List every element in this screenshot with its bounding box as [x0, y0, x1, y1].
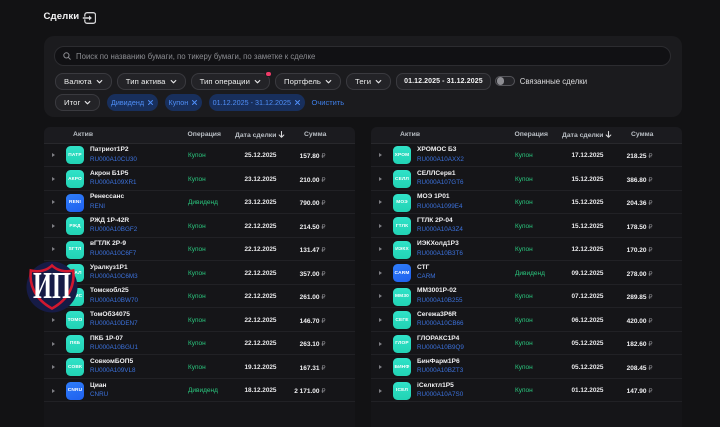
svg-text:ИП: ИП: [33, 265, 71, 307]
